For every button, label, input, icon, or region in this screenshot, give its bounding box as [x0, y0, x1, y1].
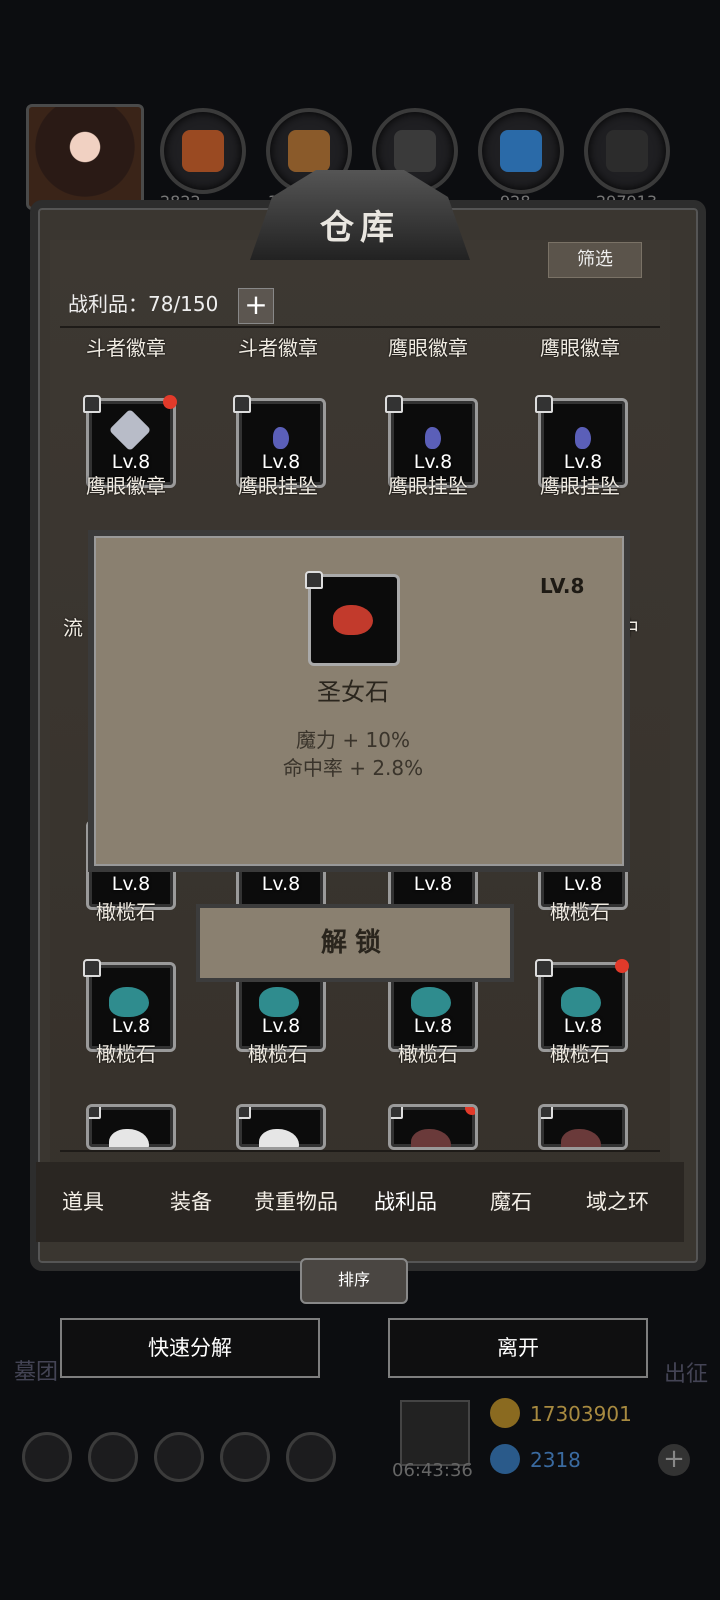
- add-currency-button[interactable]: +: [658, 1444, 690, 1476]
- item-slot[interactable]: [86, 1104, 176, 1150]
- pearl-icon: [259, 1129, 299, 1147]
- item-name: 橄榄石: [96, 1042, 156, 1066]
- hero-avatar[interactable]: [26, 104, 144, 210]
- pearl-icon: [109, 1129, 149, 1147]
- item-level: Lv.8: [261, 1015, 301, 1037]
- item-name: 鹰眼徽章: [86, 474, 166, 498]
- lock-icon: [83, 959, 101, 977]
- menu-icon[interactable]: [22, 1432, 72, 1482]
- item-level: Lv.8: [563, 1015, 603, 1037]
- item-name: 斗者徽章: [86, 336, 166, 360]
- item-name: 橄榄石: [398, 1042, 458, 1066]
- tab-magic-stone[interactable]: 魔石: [490, 1186, 532, 1216]
- menu-icon[interactable]: [154, 1432, 204, 1482]
- item-slot[interactable]: [538, 1104, 628, 1150]
- tab-loot[interactable]: 战利品: [374, 1186, 437, 1216]
- item-name: 橄榄石: [550, 1042, 610, 1066]
- wood-resource-icon: [160, 108, 246, 194]
- item-name: 鹰眼挂坠: [388, 474, 468, 498]
- sort-button[interactable]: 排序: [300, 1258, 408, 1304]
- timer: 06:43:36: [392, 1460, 473, 1481]
- pendant-icon: [273, 427, 289, 449]
- new-indicator-dot: [615, 959, 629, 973]
- new-indicator-dot: [465, 1107, 475, 1115]
- new-indicator-dot: [163, 395, 177, 409]
- background-label: 墓团: [14, 1360, 59, 1385]
- olivine-icon: [411, 987, 451, 1017]
- loot-capacity: 战利品：78/150: [68, 292, 219, 316]
- popup-item-slot: [305, 571, 400, 666]
- tab-items[interactable]: 道具: [62, 1186, 104, 1216]
- unlock-button[interactable]: 解锁: [196, 904, 514, 982]
- item-name: 鹰眼挂坠: [540, 474, 620, 498]
- item-name: 橄榄石: [96, 900, 156, 924]
- lock-icon: [535, 959, 553, 977]
- gem-amount: 2318: [530, 1448, 581, 1472]
- lock-icon: [385, 395, 403, 413]
- item-name: 橄榄石: [550, 900, 610, 924]
- item-level: Lv.8: [261, 873, 301, 895]
- divider: [60, 1150, 660, 1152]
- item-level: Lv.8: [413, 873, 453, 895]
- lock-icon: [305, 571, 323, 589]
- lock-icon: [83, 395, 101, 413]
- item-level: Lv.8: [413, 1015, 453, 1037]
- divider: [60, 326, 660, 328]
- stone-resource-icon: [584, 108, 670, 194]
- leave-button[interactable]: 离开: [388, 1318, 648, 1378]
- menu-icon[interactable]: [220, 1432, 270, 1482]
- gem-currency-icon: [490, 1444, 520, 1474]
- lock-icon: [239, 1107, 251, 1119]
- menu-icon[interactable]: [88, 1432, 138, 1482]
- popup-item-name: 圣女石: [317, 678, 389, 706]
- crystal-resource-icon: [478, 108, 564, 194]
- item-slot[interactable]: [388, 1104, 478, 1150]
- gold-amount: 17303901: [530, 1402, 632, 1426]
- item-slot[interactable]: [236, 1104, 326, 1150]
- gold-coin-icon: [490, 1398, 520, 1428]
- lock-icon: [535, 395, 553, 413]
- quick-decompose-button[interactable]: 快速分解: [60, 1318, 320, 1378]
- item-name-partial: 流: [63, 616, 83, 640]
- olivine-icon: [561, 987, 601, 1017]
- lock-icon: [89, 1107, 101, 1119]
- item-level: Lv.8: [111, 873, 151, 895]
- lock-icon: [233, 395, 251, 413]
- item-name: 鹰眼徽章: [540, 336, 620, 360]
- tab-valuables[interactable]: 贵重物品: [254, 1186, 338, 1216]
- badge-icon: [108, 408, 152, 452]
- lock-icon: [541, 1107, 553, 1119]
- pendant-icon: [425, 427, 441, 449]
- item-name: 鹰眼挂坠: [238, 474, 318, 498]
- menu-icon[interactable]: [286, 1432, 336, 1482]
- saint-stone-icon: [333, 605, 373, 635]
- tab-domain-ring[interactable]: 域之环: [586, 1186, 649, 1216]
- olivine-icon: [259, 987, 299, 1017]
- item-level: Lv.8: [563, 873, 603, 895]
- item-level: Lv.8: [111, 1015, 151, 1037]
- gift-icon[interactable]: [400, 1400, 470, 1466]
- popup-stat-accuracy: 命中率 + 2.8%: [282, 756, 424, 780]
- lock-icon: [391, 1107, 403, 1119]
- feather-icon: [561, 1129, 601, 1147]
- item-name: 橄榄石: [248, 1042, 308, 1066]
- feather-icon: [411, 1129, 451, 1147]
- filter-button[interactable]: 筛选: [548, 242, 642, 278]
- item-name: 斗者徽章: [238, 336, 318, 360]
- popup-stat-magic: 魔力 + 10%: [296, 728, 410, 752]
- pendant-icon: [575, 427, 591, 449]
- background-label: 出征: [664, 1362, 709, 1387]
- popup-item-level: LV.8: [540, 574, 585, 598]
- item-name: 鹰眼徽章: [388, 336, 468, 360]
- olivine-icon: [109, 987, 149, 1017]
- tab-equipment[interactable]: 装备: [170, 1186, 212, 1216]
- expand-capacity-button[interactable]: +: [238, 288, 274, 324]
